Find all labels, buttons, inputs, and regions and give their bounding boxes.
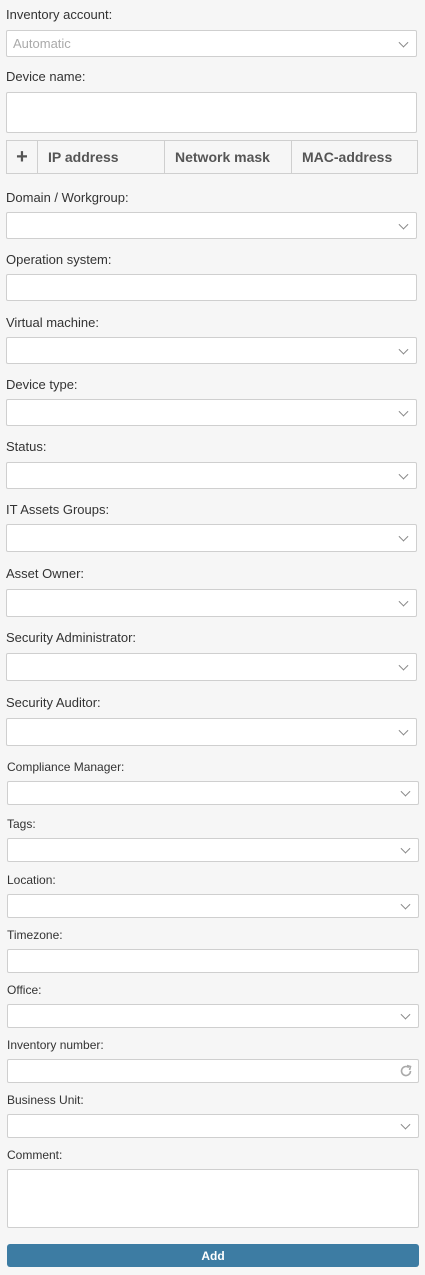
mac-address-column-header: MAC-address [291,141,417,173]
status-label: Status: [6,439,47,454]
inventory-account-value: Automatic [13,36,71,51]
asset-owner-label: Asset Owner: [6,566,85,581]
chevron-down-icon [400,843,411,854]
chevron-down-icon [400,1119,411,1130]
status-select[interactable] [6,462,417,489]
domain-workgroup-select[interactable] [6,212,417,239]
location-select[interactable] [7,894,419,918]
location-label: Location: [7,873,56,887]
chevron-down-icon [400,786,411,797]
device-type-select[interactable] [6,399,417,426]
compliance-manager-label: Compliance Manager: [7,760,125,774]
device-name-input[interactable] [6,92,417,133]
virtual-machine-label: Virtual machine: [6,315,99,330]
chevron-down-icon [398,406,409,417]
chevron-down-icon [398,531,409,542]
inventory-number-input[interactable] [7,1059,419,1083]
compliance-manager-select[interactable] [7,781,419,805]
chevron-down-icon [400,1009,411,1020]
inventory-number-label: Inventory number: [7,1038,104,1052]
security-administrator-label: Security Administrator: [6,630,137,645]
timezone-input[interactable] [7,949,419,973]
asset-owner-select[interactable] [6,589,417,617]
business-unit-select[interactable] [7,1114,419,1138]
timezone-label: Timezone: [7,928,63,942]
chevron-down-icon [398,660,409,671]
domain-workgroup-label: Domain / Workgroup: [6,190,129,205]
tags-label: Tags: [7,817,36,831]
device-name-label: Device name: [6,69,86,84]
inventory-account-label: Inventory account: [6,7,113,22]
chevron-down-icon [398,344,409,355]
tags-select[interactable] [7,838,419,862]
comment-textarea[interactable] [7,1169,419,1228]
operation-system-input[interactable] [6,274,417,301]
virtual-machine-select[interactable] [6,337,417,364]
comment-label: Comment: [7,1148,63,1162]
add-button[interactable]: Add [7,1244,419,1267]
security-auditor-label: Security Auditor: [6,695,101,710]
network-mask-column-header: Network mask [164,141,291,173]
office-select[interactable] [7,1004,419,1028]
device-type-label: Device type: [6,377,78,392]
office-label: Office: [7,983,42,997]
chevron-down-icon [398,219,409,230]
business-unit-label: Business Unit: [7,1093,84,1107]
inventory-account-select[interactable]: Automatic [6,30,417,57]
refresh-icon[interactable] [399,1064,413,1078]
it-assets-groups-select[interactable] [6,524,417,552]
operation-system-label: Operation system: [6,252,112,267]
ip-address-table: + IP address Network mask MAC-address [6,140,418,174]
add-ip-button[interactable]: + [7,141,37,173]
chevron-down-icon [398,725,409,736]
chevron-down-icon [398,596,409,607]
it-assets-groups-label: IT Assets Groups: [6,502,110,517]
security-administrator-select[interactable] [6,653,417,681]
chevron-down-icon [398,37,409,48]
chevron-down-icon [400,899,411,910]
plus-icon: + [16,145,28,168]
chevron-down-icon [398,469,409,480]
ip-address-column-header: IP address [37,141,164,173]
security-auditor-select[interactable] [6,718,417,746]
